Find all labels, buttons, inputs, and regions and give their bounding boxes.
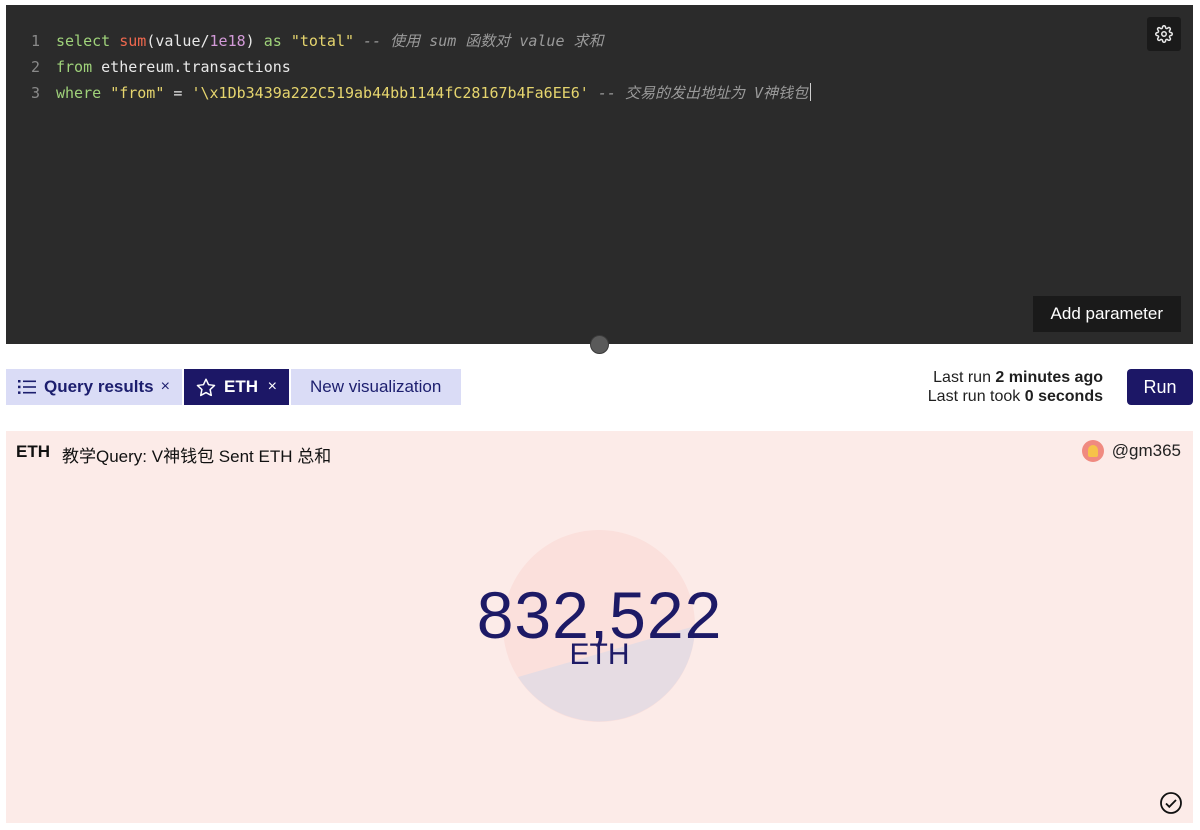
check-circle-icon — [1160, 792, 1182, 814]
code-token: from — [56, 58, 102, 76]
tab-new-visualization[interactable]: New visualization — [291, 369, 461, 405]
visualization-title: 教学Query: V神钱包 Sent ETH 总和 — [62, 447, 332, 466]
add-parameter-button[interactable]: Add parameter — [1032, 296, 1181, 332]
tab-eth[interactable]: ETH × — [184, 369, 289, 405]
close-icon[interactable]: × — [268, 378, 277, 396]
tab-query-results[interactable]: Query results × — [6, 369, 182, 405]
tab-new-visualization-label: New visualization — [310, 377, 442, 396]
code-token: sum — [119, 32, 147, 50]
run-info: Last run 2 minutes ago Last run took 0 s… — [928, 368, 1103, 406]
code-token: ethereum.transactions — [101, 58, 291, 76]
code-token: = — [164, 84, 192, 102]
sql-editor[interactable]: 1 select sum(value/1e18) as "total" -- 使用… — [6, 5, 1193, 344]
list-icon — [18, 380, 36, 394]
code-token: as — [263, 32, 291, 50]
run-duration: 0 seconds — [1024, 388, 1103, 405]
code-line[interactable]: 2 from ethereum.transactions — [6, 54, 291, 80]
text-caret — [810, 83, 812, 101]
close-icon[interactable]: × — [161, 378, 170, 396]
code-line[interactable]: 3 where "from" = '\x1Db3439a222C519ab44bb… — [6, 80, 812, 106]
visualization-header: ETH 教学Query: V神钱包 Sent ETH 总和 — [16, 442, 331, 467]
code-token: ) — [245, 32, 264, 50]
code-line[interactable]: 1 select sum(value/1e18) as "total" -- 使用… — [6, 28, 604, 54]
counter-unit: ETH — [569, 638, 630, 671]
visualization-name: ETH — [16, 442, 50, 461]
line-number: 3 — [30, 84, 40, 102]
tab-eth-label: ETH — [224, 377, 258, 396]
star-icon — [196, 377, 216, 396]
gear-icon — [1155, 25, 1173, 43]
visualization-panel: ETH 教学Query: V神钱包 Sent ETH 总和 @gm365 832… — [6, 431, 1193, 823]
code-token: where — [56, 84, 111, 102]
editor-settings-button[interactable] — [1147, 17, 1181, 51]
code-token: (value/ — [146, 32, 210, 50]
editor-resize-handle[interactable] — [590, 335, 609, 354]
code-token: "from" — [110, 84, 165, 102]
line-number: 1 — [30, 32, 40, 50]
code-token: 1e18 — [209, 32, 246, 50]
run-button[interactable]: Run — [1127, 369, 1193, 405]
line-number: 2 — [30, 58, 40, 76]
last-run-prefix: Last run — [933, 369, 996, 386]
author-handle: @gm365 — [1111, 441, 1181, 460]
avatar — [1081, 440, 1104, 462]
author[interactable]: @gm365 — [1081, 440, 1181, 462]
run-duration-prefix: Last run took — [927, 388, 1025, 405]
code-token: "total" — [290, 32, 355, 50]
code-token: -- 使用 sum 函数对 value 求和 — [354, 32, 604, 50]
last-run-time: 2 minutes ago — [995, 369, 1103, 386]
tab-query-results-label: Query results — [44, 377, 154, 396]
code-token: select — [56, 32, 120, 50]
code-token: '\x1Db3439a222C519ab44bb1144fC28167b4Fa6… — [191, 84, 589, 102]
code-token: -- 交易的发出地址为 V神钱包 — [588, 84, 809, 102]
